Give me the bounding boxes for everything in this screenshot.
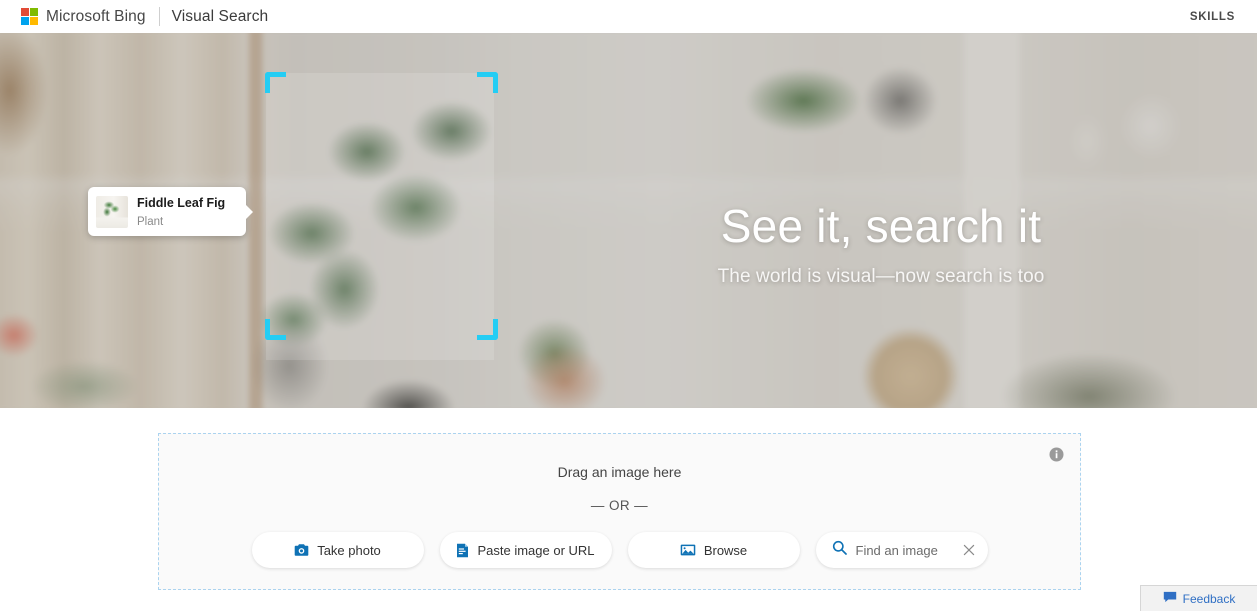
close-icon[interactable] xyxy=(962,543,976,557)
hero-banner: Fiddle Leaf Fig Plant See it, search it … xyxy=(0,33,1257,408)
feedback-button[interactable]: Feedback xyxy=(1140,585,1257,611)
feedback-label: Feedback xyxy=(1182,591,1236,606)
selection-handle-top-left[interactable] xyxy=(265,72,286,93)
take-photo-label: Take photo xyxy=(317,542,381,558)
top-header: Microsoft Bing Visual Search SKILLS xyxy=(0,0,1257,33)
browse-label: Browse xyxy=(703,542,748,558)
feedback-speech-bubble-icon xyxy=(1163,591,1177,606)
find-an-image-search-box[interactable] xyxy=(815,532,988,568)
search-icon xyxy=(832,540,847,560)
dropzone-actions: Take photo Paste image or URL Browse Fin… xyxy=(159,532,1080,568)
info-icon[interactable] xyxy=(1049,447,1064,462)
find-an-image-input[interactable] xyxy=(853,541,955,559)
dropzone-drag-label: Drag an image here xyxy=(557,464,682,480)
paste-image-or-url-label: Paste image or URL xyxy=(477,542,595,558)
entity-callout-card[interactable]: Fiddle Leaf Fig Plant xyxy=(88,187,253,236)
brand-label: Microsoft Bing xyxy=(46,7,146,25)
selection-handle-bottom-left[interactable] xyxy=(265,319,286,340)
page-title: Visual Search xyxy=(171,7,269,25)
microsoft-logo-icon xyxy=(21,8,38,25)
brand-group[interactable]: Microsoft Bing Visual Search xyxy=(21,0,268,33)
hero-title: See it, search it xyxy=(720,200,1042,252)
entity-subtitle: Plant xyxy=(137,215,164,228)
image-browse-icon xyxy=(680,543,696,557)
header-divider xyxy=(158,7,160,26)
browse-button[interactable]: Browse xyxy=(627,532,800,568)
dropzone-or-label: — OR — xyxy=(590,498,649,513)
hero-subtitle: The world is visual—now search is too xyxy=(717,266,1045,287)
take-photo-button[interactable]: Take photo xyxy=(251,532,424,568)
paste-image-or-url-button[interactable]: Paste image or URL xyxy=(439,532,612,568)
selection-handle-top-right[interactable] xyxy=(477,72,498,93)
entity-title: Fiddle Leaf Fig xyxy=(137,195,226,210)
image-dropzone[interactable]: Drag an image here — OR — Take photo Pas… xyxy=(158,433,1081,590)
paste-document-icon xyxy=(456,543,469,558)
selection-handle-bottom-right[interactable] xyxy=(477,319,498,340)
camera-icon xyxy=(294,543,309,557)
plant-thumbnail-icon xyxy=(96,195,128,228)
skills-link[interactable]: SKILLS xyxy=(1190,0,1235,33)
